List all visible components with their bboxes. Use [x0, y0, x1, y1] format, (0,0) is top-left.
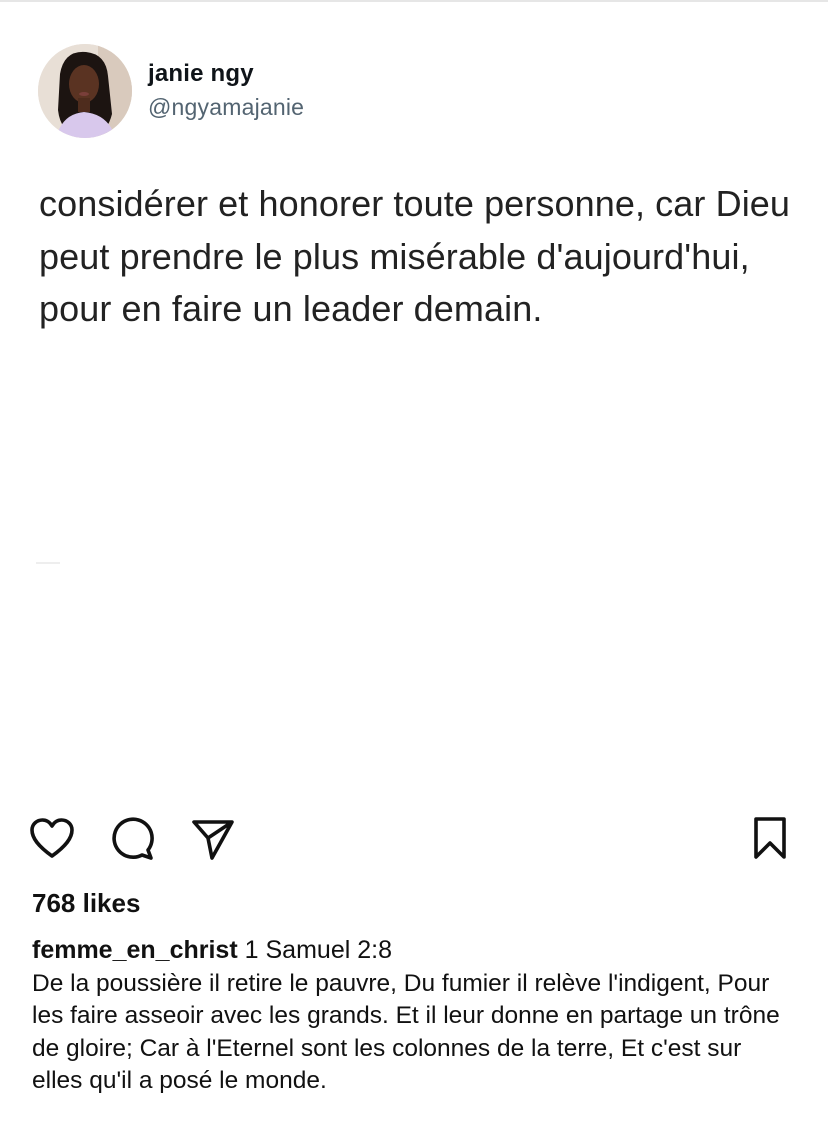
comment-icon[interactable]	[104, 810, 160, 866]
divider	[36, 562, 60, 564]
caption-reference: 1 Samuel 2:8	[244, 936, 392, 964]
avatar-image	[38, 44, 132, 138]
caption-text: De la poussière il retire le pauvre, Du …	[32, 969, 780, 1095]
tweet-text: considérer et honorer toute personne, ca…	[39, 183, 791, 329]
post-caption: femme_en_christ 1 Samuel 2:8 De la poussi…	[32, 934, 792, 1098]
heart-icon[interactable]	[24, 810, 80, 866]
likes-count[interactable]: 768 likes	[32, 888, 140, 919]
bookmark-icon[interactable]	[742, 810, 798, 866]
caption-username[interactable]: femme_en_christ	[32, 936, 238, 964]
embedded-tweet-card: janie ngy @ngyamajanie considérer et hon…	[0, 2, 828, 794]
avatar[interactable]	[38, 44, 132, 138]
tweet-author-name[interactable]: janie ngy	[148, 60, 254, 88]
post-action-bar	[0, 810, 828, 870]
tweet-author-handle[interactable]: @ngyamajanie	[148, 94, 304, 121]
share-icon[interactable]	[184, 810, 240, 866]
